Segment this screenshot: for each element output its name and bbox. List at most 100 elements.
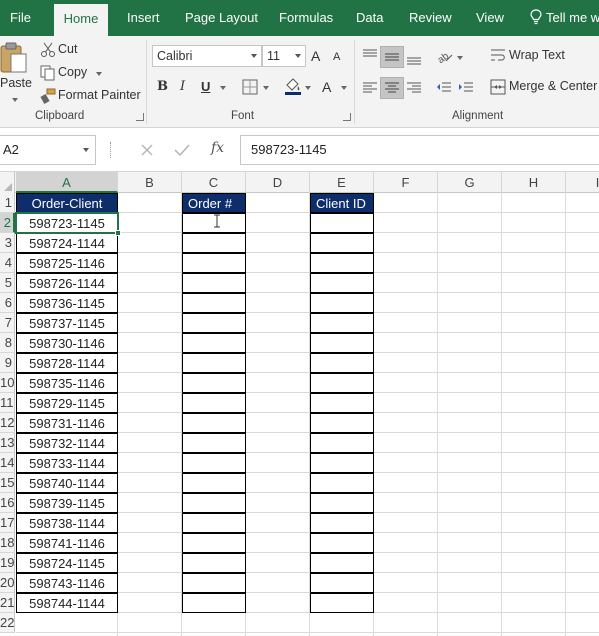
row-header-11[interactable]: 11: [0, 393, 15, 413]
cell-a10[interactable]: 598735-1146: [16, 373, 118, 393]
fill-handle[interactable]: [115, 230, 121, 236]
cell-c6[interactable]: [182, 293, 246, 313]
tab-home[interactable]: Home: [54, 4, 108, 36]
tab-insert[interactable]: Insert: [117, 0, 170, 36]
column-header-f[interactable]: F: [374, 172, 438, 193]
cell-e11[interactable]: [310, 393, 374, 413]
cell-a15[interactable]: 598740-1144: [16, 473, 118, 493]
cancel-icon[interactable]: [140, 143, 154, 157]
cell-e16[interactable]: [310, 493, 374, 513]
column-header-e[interactable]: E: [310, 172, 374, 193]
cell-a17[interactable]: 598738-1144: [16, 513, 118, 533]
cell-c13[interactable]: [182, 433, 246, 453]
cell-e19[interactable]: [310, 553, 374, 573]
font-launcher-icon[interactable]: [343, 113, 351, 121]
cell-c12[interactable]: [182, 413, 246, 433]
cell-e1[interactable]: Client ID: [310, 193, 374, 213]
increase-indent-icon[interactable]: [458, 80, 474, 96]
cell-e9[interactable]: [310, 353, 374, 373]
cell-a20[interactable]: 598743-1146: [16, 573, 118, 593]
top-align-icon[interactable]: [362, 48, 378, 64]
column-header-g[interactable]: G: [438, 172, 502, 193]
fill-color-icon[interactable]: [284, 77, 302, 95]
name-box[interactable]: A2: [0, 135, 96, 165]
borders-icon[interactable]: [242, 79, 258, 95]
merge-center-button[interactable]: Merge & Center: [488, 77, 599, 97]
bold-button[interactable]: B: [157, 79, 168, 94]
row-header-21[interactable]: 21: [0, 593, 15, 613]
cell-c17[interactable]: [182, 513, 246, 533]
formula-bar-grip[interactable]: [110, 142, 112, 158]
column-header-i[interactable]: I: [566, 172, 599, 193]
worksheet-grid[interactable]: ABCDEFGHI Order-Client Order # Client ID 59…: [0, 172, 599, 636]
cell-e10[interactable]: [310, 373, 374, 393]
cell-a16[interactable]: 598739-1145: [16, 493, 118, 513]
cut-button[interactable]: Cut: [38, 40, 88, 60]
align-right-icon[interactable]: [406, 80, 422, 96]
column-header-b[interactable]: B: [118, 172, 182, 193]
cell-c15[interactable]: [182, 473, 246, 493]
cell-e17[interactable]: [310, 513, 374, 533]
cell-c7[interactable]: [182, 313, 246, 333]
tab-formulas[interactable]: Formulas: [269, 0, 343, 36]
cell-e18[interactable]: [310, 533, 374, 553]
row-header-10[interactable]: 10: [0, 373, 15, 393]
cell-a1[interactable]: Order-Client: [16, 193, 118, 213]
formula-input[interactable]: 598723-1145: [240, 135, 599, 165]
fill-color-dropdown-icon[interactable]: [305, 86, 311, 90]
row-header-4[interactable]: 4: [0, 253, 15, 273]
row-header-17[interactable]: 17: [0, 513, 15, 533]
cell-e21[interactable]: [310, 593, 374, 613]
cell-e7[interactable]: [310, 313, 374, 333]
orientation-icon[interactable]: ab: [436, 48, 454, 64]
cell-a9[interactable]: 598728-1144: [16, 353, 118, 373]
column-header-h[interactable]: H: [502, 172, 566, 193]
enter-icon[interactable]: [174, 143, 190, 157]
tab-view[interactable]: View: [466, 0, 514, 36]
italic-button[interactable]: I: [180, 79, 185, 94]
column-header-a[interactable]: A: [16, 172, 118, 193]
underline-button[interactable]: U: [201, 79, 210, 94]
cell-c19[interactable]: [182, 553, 246, 573]
cell-c4[interactable]: [182, 253, 246, 273]
borders-dropdown-icon[interactable]: [263, 86, 269, 90]
insert-function-button[interactable]: fx: [211, 140, 224, 156]
font-size-select[interactable]: 11: [262, 45, 306, 67]
row-header-18[interactable]: 18: [0, 533, 15, 553]
column-header-d[interactable]: D: [246, 172, 310, 193]
cell-e20[interactable]: [310, 573, 374, 593]
cell-e12[interactable]: [310, 413, 374, 433]
row-header-12[interactable]: 12: [0, 413, 15, 433]
cell-e14[interactable]: [310, 453, 374, 473]
row-header-19[interactable]: 19: [0, 553, 15, 573]
row-header-20[interactable]: 20: [0, 573, 15, 593]
row-header-7[interactable]: 7: [0, 313, 15, 333]
cell-c20[interactable]: [182, 573, 246, 593]
cell-a3[interactable]: 598724-1144: [16, 233, 118, 253]
row-header-8[interactable]: 8: [0, 333, 15, 353]
tab-file[interactable]: File: [0, 0, 41, 36]
cell-a18[interactable]: 598741-1146: [16, 533, 118, 553]
align-center-icon[interactable]: [384, 80, 400, 96]
column-header-c[interactable]: C: [182, 172, 246, 193]
row-header-5[interactable]: 5: [0, 273, 15, 293]
row-header-15[interactable]: 15: [0, 473, 15, 493]
row-header-2[interactable]: 2: [0, 213, 15, 233]
tab-page-layout[interactable]: Page Layout: [175, 0, 268, 36]
row-header-1[interactable]: 1: [0, 193, 15, 213]
cell-a8[interactable]: 598730-1146: [16, 333, 118, 353]
row-header-9[interactable]: 9: [0, 353, 15, 373]
cell-e6[interactable]: [310, 293, 374, 313]
cell-c14[interactable]: [182, 453, 246, 473]
paste-button[interactable]: Paste: [0, 40, 34, 106]
cell-c9[interactable]: [182, 353, 246, 373]
row-header-14[interactable]: 14: [0, 453, 15, 473]
cell-c8[interactable]: [182, 333, 246, 353]
grow-font-button[interactable]: A: [311, 48, 320, 64]
cell-e13[interactable]: [310, 433, 374, 453]
cell-e8[interactable]: [310, 333, 374, 353]
cell-e4[interactable]: [310, 253, 374, 273]
cell-a4[interactable]: 598725-1146: [16, 253, 118, 273]
format-painter-button[interactable]: Format Painter: [38, 86, 141, 106]
tab-data[interactable]: Data: [346, 0, 393, 36]
